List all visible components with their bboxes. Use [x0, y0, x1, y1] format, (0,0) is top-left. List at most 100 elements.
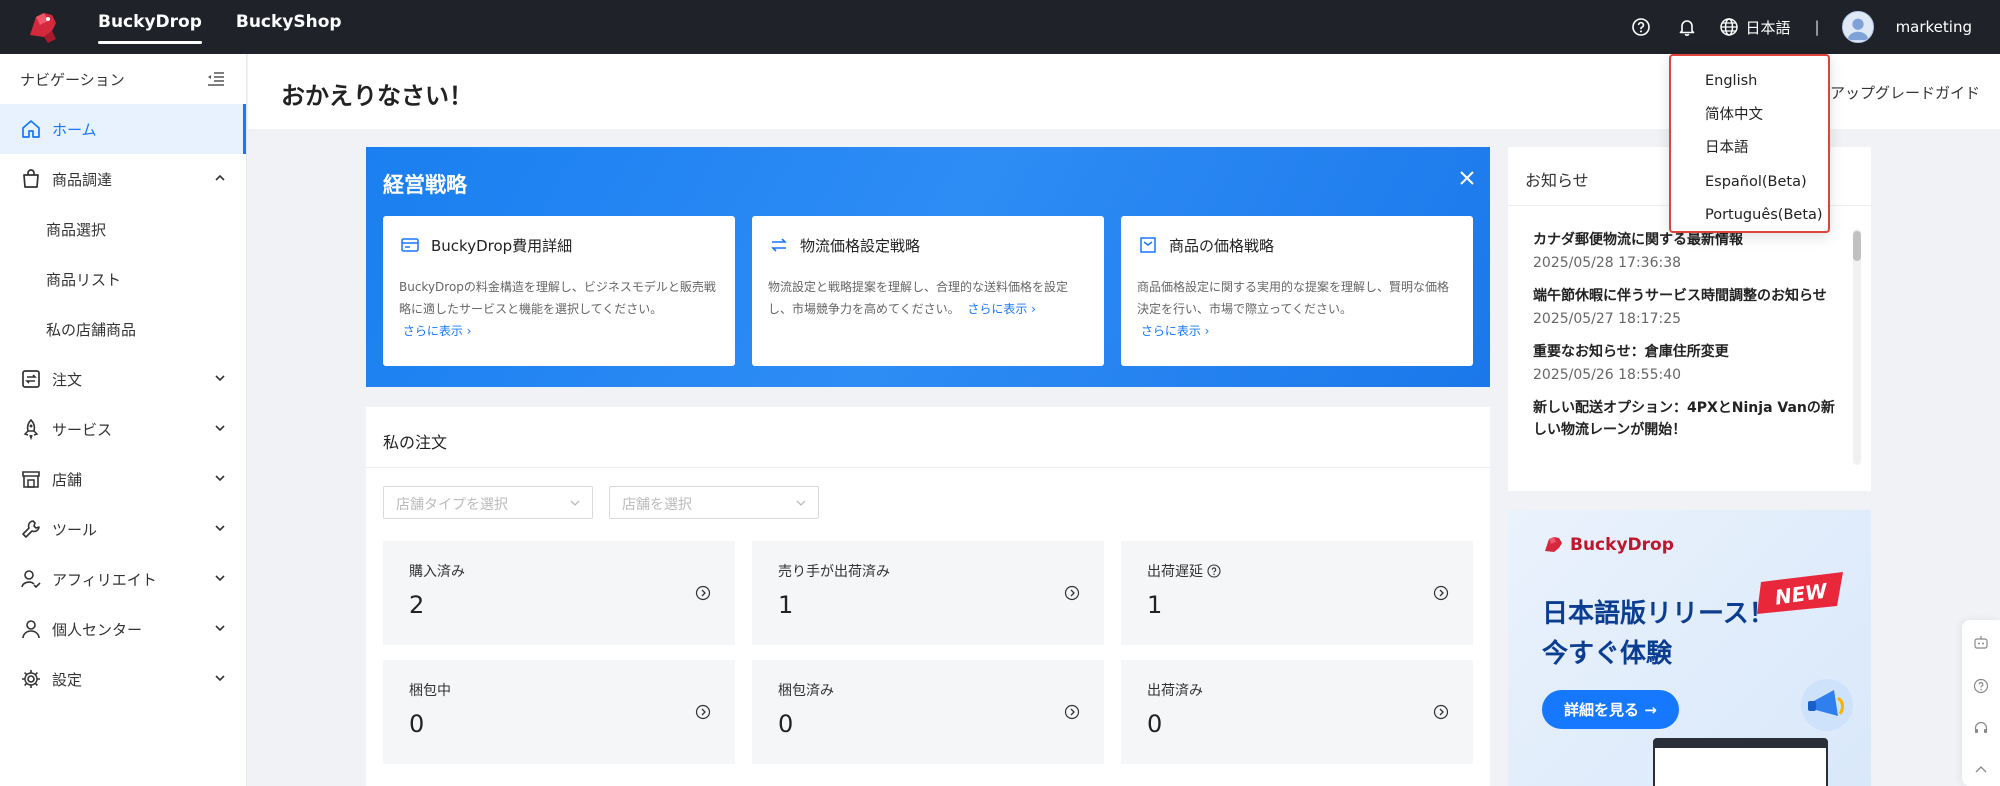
stat-label: 売り手が出荷済み [778, 564, 890, 580]
strategy-panel: 経営戦略 BuckyDrop費用詳細 BuckyDropの料金構造を理解し、ビジ… [366, 147, 1490, 387]
sidebar-item-store[interactable]: 店舗 [0, 454, 246, 504]
language-option-chinese[interactable]: 简体中文 [1671, 99, 1828, 133]
language-dropdown: English 简体中文 日本語 Español(Beta) Português… [1669, 54, 1830, 233]
stat-value: 1 [1147, 591, 1163, 619]
chevron-down-icon [215, 625, 225, 632]
sidebar-title: ナビゲーション [20, 70, 125, 89]
price-tag-icon [1137, 234, 1159, 256]
stat-label: 梱包中 [409, 683, 451, 699]
sidebar-item-home[interactable]: ホーム [0, 104, 246, 154]
stat-card-shipping-delayed[interactable]: 出荷遅延 1 [1121, 541, 1473, 645]
show-more-link[interactable]: さらに表示 › [1137, 324, 1210, 338]
close-icon[interactable] [1458, 169, 1476, 187]
order-icon [20, 368, 42, 390]
chevron-up-icon[interactable] [1973, 762, 1989, 778]
globe-icon [1719, 17, 1739, 37]
strategy-card-desc: 商品価格設定に関する実用的な提案を理解し、賢明な価格決定を行い、市場で際立ってく… [1137, 280, 1450, 316]
sidebar-item-order[interactable]: 注文 [0, 354, 246, 404]
stat-card-shipped[interactable]: 出荷済み 0 [1121, 660, 1473, 764]
strategy-card-title: 物流価格設定戦略 [800, 236, 921, 255]
sidebar-subitem-my-store-products[interactable]: 私の店舗商品 [0, 304, 246, 354]
notice-item[interactable]: カナダ郵便物流に関する最新情報 2025/05/28 17:36:38 [1533, 229, 1838, 275]
stat-card-packing[interactable]: 梱包中 0 [383, 660, 735, 764]
chevron-down-icon [570, 500, 580, 506]
avatar[interactable] [1841, 11, 1874, 43]
chevron-down-icon [215, 425, 225, 432]
arrow-circle-icon[interactable] [1064, 704, 1080, 720]
buckydrop-logo[interactable] [22, 5, 64, 47]
language-option-english[interactable]: English [1671, 65, 1828, 99]
show-more-link[interactable]: さらに表示 › [963, 302, 1036, 316]
notice-item[interactable]: 重要なお知らせ：倉庫住所変更 2025/05/26 18:55:40 [1533, 341, 1838, 387]
show-more-label: さらに表示 [967, 302, 1028, 316]
stat-value: 2 [409, 591, 425, 619]
arrow-circle-icon[interactable] [1433, 585, 1449, 601]
scrollbar-thumb[interactable] [1853, 231, 1861, 261]
tab-buckydrop[interactable]: BuckyDrop [98, 0, 202, 54]
stat-card-purchased[interactable]: 購入済み 2 [383, 541, 735, 645]
show-more-label: さらに表示 [402, 324, 463, 338]
notices-scrollbar[interactable] [1853, 229, 1861, 465]
help-icon[interactable] [1973, 678, 1989, 694]
strategy-card-pricing[interactable]: 商品の価格戦略 商品価格設定に関する実用的な提案を理解し、賢明な価格決定を行い、… [1121, 216, 1473, 366]
stat-value: 1 [778, 591, 794, 619]
gear-icon [20, 668, 42, 690]
chevron-down-icon [215, 375, 225, 382]
sidebar-item-label: 個人センター [52, 620, 143, 639]
stat-label: 出荷済み [1147, 683, 1203, 699]
upgrade-guide-link[interactable]: アップグレードガイド [1830, 82, 1980, 103]
stat-card-packed[interactable]: 梱包済み 0 [752, 660, 1104, 764]
store-select[interactable]: 店舗を選択 [609, 486, 819, 519]
rocket-icon [20, 418, 42, 440]
divider [366, 467, 1490, 468]
strategy-card-fee[interactable]: BuckyDrop費用詳細 BuckyDropの料金構造を理解し、ビジネスモデル… [383, 216, 735, 366]
notice-date: 2025/05/26 18:55:40 [1533, 367, 1682, 383]
notice-item[interactable]: 新しい配送オプション：4PXとNinja Vanの新しい物流レーンが開始！ [1533, 397, 1838, 441]
arrow-circle-icon[interactable] [695, 585, 711, 601]
sidebar-item-affiliate[interactable]: アフィリエイト [0, 554, 246, 604]
sidebar-item-service[interactable]: サービス [0, 404, 246, 454]
help-icon[interactable] [1631, 17, 1651, 37]
sidebar-item-tools[interactable]: ツール [0, 504, 246, 554]
language-option-spanish[interactable]: Español(Beta) [1671, 166, 1828, 200]
tab-buckyshop[interactable]: BuckyShop [236, 0, 342, 54]
arrow-circle-icon[interactable] [695, 704, 711, 720]
chevron-down-icon [796, 500, 806, 506]
details-button[interactable]: 詳細を見る → [1542, 690, 1679, 729]
help-icon[interactable] [1207, 564, 1221, 578]
sidebar-item-personal-center[interactable]: 個人センター [0, 604, 246, 654]
wrench-icon [20, 518, 42, 540]
affiliate-icon [20, 568, 42, 590]
sidebar-subitem-product-list[interactable]: 商品リスト [0, 254, 246, 304]
bell-icon[interactable] [1677, 17, 1697, 37]
arrow-circle-icon[interactable] [1433, 704, 1449, 720]
strategy-card-title: BuckyDrop費用詳細 [431, 236, 573, 255]
banner-headline-line2: 今すぐ体験 [1542, 639, 1673, 669]
banner-headline: 日本語版リリース！ 今すぐ体験 [1542, 594, 1775, 674]
store-placeholder: 店舗を選択 [622, 497, 692, 513]
show-more-link[interactable]: さらに表示 › [399, 324, 472, 338]
orders-title: 私の注文 [383, 433, 448, 452]
strategy-card-logistics[interactable]: 物流価格設定戦略 物流設定と戦略提案を理解し、合理的な送料価格を設定し、市場競争… [752, 216, 1104, 366]
robot-icon[interactable] [1973, 634, 1989, 650]
stat-card-seller-shipped[interactable]: 売り手が出荷済み 1 [752, 541, 1104, 645]
arrow-circle-icon[interactable] [1064, 585, 1080, 601]
language-option-japanese[interactable]: 日本語 [1671, 132, 1828, 166]
stat-value: 0 [1147, 710, 1163, 738]
username[interactable]: marketing [1896, 18, 1972, 36]
sidebar-subitem-product-select[interactable]: 商品選択 [0, 204, 246, 254]
language-selector[interactable]: 日本語 [1719, 17, 1791, 38]
sidebar-item-label: 注文 [52, 370, 83, 389]
sidebar-item-sourcing[interactable]: 商品調達 [0, 154, 246, 204]
stat-value: 0 [778, 710, 794, 738]
language-option-portuguese[interactable]: Português(Beta) [1671, 199, 1828, 233]
store-type-select[interactable]: 店舗タイプを選択 [383, 486, 593, 519]
notice-item[interactable]: 端午節休暇に伴うサービス時間調整のお知らせ 2025/05/27 18:17:2… [1533, 285, 1838, 331]
promo-banner[interactable]: BuckyDrop NEW 日本語版リリース！ 今すぐ体験 詳細を見る → [1508, 510, 1871, 786]
stat-label: 梱包済み [778, 683, 834, 699]
notice-date: 2025/05/28 17:36:38 [1533, 255, 1682, 271]
show-more-label: さらに表示 [1140, 324, 1201, 338]
sidebar-item-settings[interactable]: 設定 [0, 654, 246, 704]
headset-icon[interactable] [1973, 720, 1989, 736]
collapse-menu-icon[interactable] [206, 69, 226, 89]
